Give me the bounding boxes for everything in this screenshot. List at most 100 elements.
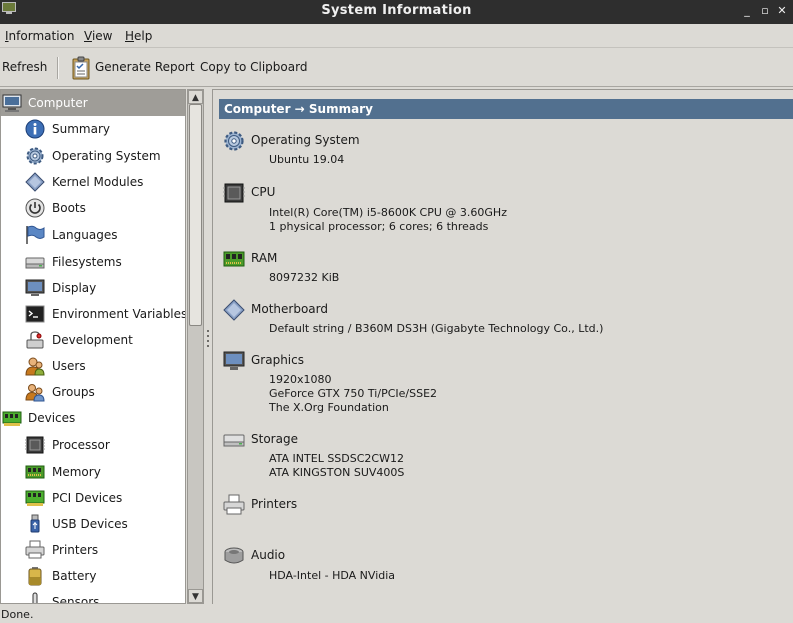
tree-item-groups[interactable]: Groups [1,379,185,405]
user-icon [25,357,45,376]
tree-item-filesystems[interactable]: Filesystems [1,249,185,275]
terminal-icon [25,305,45,323]
tree-scrollbar[interactable]: ▲ ▼ [187,89,204,604]
section-value: Intel(R) Core(TM) i5-8600K CPU @ 3.60GHz [269,206,507,219]
gear-icon [224,131,244,151]
tree-item-label: Memory [52,465,101,479]
tree-item-label: Summary [52,122,110,136]
tree-item-users[interactable]: Users [1,353,185,379]
report-icon[interactable] [71,56,91,80]
tree-item-devices[interactable]: Devices [1,405,185,431]
status-bar: Done. [0,605,793,623]
pci-icon [25,490,45,506]
scroll-thumb[interactable] [189,104,202,326]
tree-item-label: Development [52,333,133,347]
window-title: System Information [321,3,472,18]
tree-item-processor[interactable]: Processor [1,432,185,458]
pane-splitter-handle[interactable] [206,330,210,354]
maximize-button[interactable]: ▫ [758,4,772,18]
section-title: CPU [251,185,276,199]
section-value: 1920x1080 [269,373,332,386]
tree-item-label: Display [52,281,97,295]
printer-icon [223,494,245,515]
tree-item-label: PCI Devices [52,491,123,505]
computer-icon [2,94,22,112]
drive-icon [223,434,245,447]
tree-item-memory[interactable]: Memory [1,459,185,485]
section-title: Printers [251,497,298,511]
tree-item-languages[interactable]: Languages [1,222,185,248]
section-value: Ubuntu 19.04 [269,153,345,166]
tree-item-pci-devices[interactable]: PCI Devices [1,485,185,511]
section-title: Storage [251,432,298,446]
menu-help[interactable]: Help [125,29,152,43]
diamond-icon [25,172,45,192]
tree-item-label: Users [52,359,86,373]
refresh-button[interactable]: Refresh [2,60,47,74]
status-text: Done. [1,608,34,621]
memory-icon [223,251,245,267]
tree-item-sensors[interactable]: Sensors [1,589,185,603]
tree-item-label: Operating System [52,149,161,163]
section-value: 1 physical processor; 6 cores; 6 threads [269,220,489,233]
title-bar[interactable]: System Information _ ▫ ✕ [0,0,793,24]
section-value: ATA KINGSTON SUV400S [269,466,405,479]
tree-item-environment-variables[interactable]: Environment Variables [1,301,186,327]
diamond-icon [223,299,245,321]
group-icon [25,384,45,402]
category-tree[interactable]: Computer Summary Operating System Kernel… [0,89,186,604]
gear-icon [26,147,44,165]
content-panel: Computer → Summary Operating System Ubun… [212,89,793,604]
section-value: GeForce GTX 750 Ti/PCIe/SSE2 [269,387,438,400]
memory-icon [25,465,45,479]
generate-report-button[interactable]: Generate Report [95,60,195,74]
development-icon [26,331,44,349]
copy-to-clipboard-button[interactable]: Copy to Clipboard [200,60,307,74]
section-title: RAM [251,251,278,265]
section-value: HDA-Intel - HDA NVidia [269,569,396,582]
section-title: Audio [251,548,286,562]
power-icon [25,198,45,218]
info-icon [25,119,45,139]
scroll-down-arrow[interactable]: ▼ [188,589,203,603]
tree-item-label: Filesystems [52,255,122,269]
usb-icon [30,514,40,533]
section-title: Motherboard [251,302,328,316]
menu-information[interactable]: Information [5,29,74,43]
section-value: The X.Org Foundation [269,401,389,414]
scroll-up-arrow[interactable]: ▲ [188,90,203,104]
tree-item-operating-system[interactable]: Operating System [1,143,185,169]
battery-icon [28,567,42,586]
sensor-icon [32,592,38,603]
flag-icon [26,225,45,244]
tree-item-label: Battery [52,569,97,583]
tree-item-label: Processor [52,438,110,452]
section-value: Default string / B360M DS3H (Gigabyte Te… [269,322,604,335]
audio-icon [224,547,244,564]
tree-item-computer[interactable]: Computer [1,90,185,116]
content-header: Computer → Summary [219,99,793,119]
tree-item-label: Devices [28,411,76,425]
toolbar-separator [57,57,59,79]
tree-item-usb-devices[interactable]: USB Devices [1,511,185,537]
tree-item-battery[interactable]: Battery [1,563,185,589]
minimize-button[interactable]: _ [740,4,754,18]
section-title: Operating System [251,133,360,147]
tree-item-label: Environment Variables [52,307,186,321]
tree-item-printers[interactable]: Printers [1,537,185,563]
tree-item-boots[interactable]: Boots [1,195,185,221]
close-button[interactable]: ✕ [775,4,789,18]
tree-item-label: Computer [28,96,88,110]
tree-item-development[interactable]: Development [1,327,185,353]
chip-icon [223,183,245,203]
tree-item-display[interactable]: Display [1,275,185,301]
menu-view[interactable]: View [84,29,112,43]
tree-item-label: Languages [52,228,118,242]
chip-icon [25,436,45,454]
tree-item-label: Groups [52,385,95,399]
tree-item-kernel-modules[interactable]: Kernel Modules [1,169,185,195]
toolbar: Refresh Generate Report Copy to Clipboar… [0,49,793,87]
menu-bar: Information View Help [0,24,793,48]
tree-item-summary[interactable]: Summary [1,116,185,142]
pci-icon [2,411,22,426]
